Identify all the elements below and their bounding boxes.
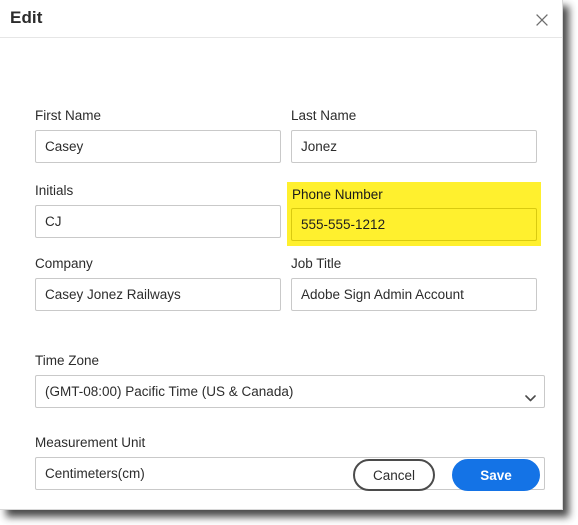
time-zone-label: Time Zone bbox=[35, 353, 100, 368]
company-input[interactable] bbox=[35, 278, 281, 311]
initials-label: Initials bbox=[35, 183, 74, 198]
field-company: Company bbox=[35, 256, 281, 311]
first-name-label: First Name bbox=[35, 108, 102, 123]
field-job-title: Job Title bbox=[291, 256, 537, 311]
dialog-footer: Cancel Save bbox=[0, 457, 562, 491]
job-title-input[interactable] bbox=[291, 278, 537, 311]
last-name-label: Last Name bbox=[291, 108, 357, 123]
field-last-name: Last Name bbox=[291, 108, 537, 163]
job-title-label: Job Title bbox=[291, 256, 342, 271]
field-phone-number-highlight: Phone Number bbox=[287, 182, 541, 246]
initials-input[interactable] bbox=[35, 205, 281, 238]
company-label: Company bbox=[35, 256, 93, 271]
phone-number-input[interactable] bbox=[291, 208, 537, 241]
page-root: Edit First Name Last Name Initials bbox=[0, 0, 578, 525]
first-name-input[interactable] bbox=[35, 130, 281, 163]
save-button[interactable]: Save bbox=[452, 459, 540, 491]
edit-dialog: Edit First Name Last Name Initials bbox=[0, 0, 563, 510]
dialog-title: Edit bbox=[10, 8, 43, 27]
time-zone-select-wrap: (GMT-08:00) Pacific Time (US & Canada) bbox=[35, 375, 545, 408]
time-zone-select[interactable]: (GMT-08:00) Pacific Time (US & Canada) bbox=[35, 375, 545, 408]
cancel-button[interactable]: Cancel bbox=[352, 459, 435, 491]
field-initials: Initials bbox=[35, 183, 281, 238]
dialog-titlebar: Edit bbox=[0, 0, 562, 38]
last-name-input[interactable] bbox=[291, 130, 537, 163]
phone-number-label: Phone Number bbox=[292, 187, 383, 202]
field-time-zone: Time Zone (GMT-08:00) Pacific Time (US &… bbox=[35, 353, 545, 408]
measurement-unit-label: Measurement Unit bbox=[35, 435, 146, 450]
close-icon[interactable] bbox=[531, 9, 553, 31]
field-first-name: First Name bbox=[35, 108, 281, 163]
